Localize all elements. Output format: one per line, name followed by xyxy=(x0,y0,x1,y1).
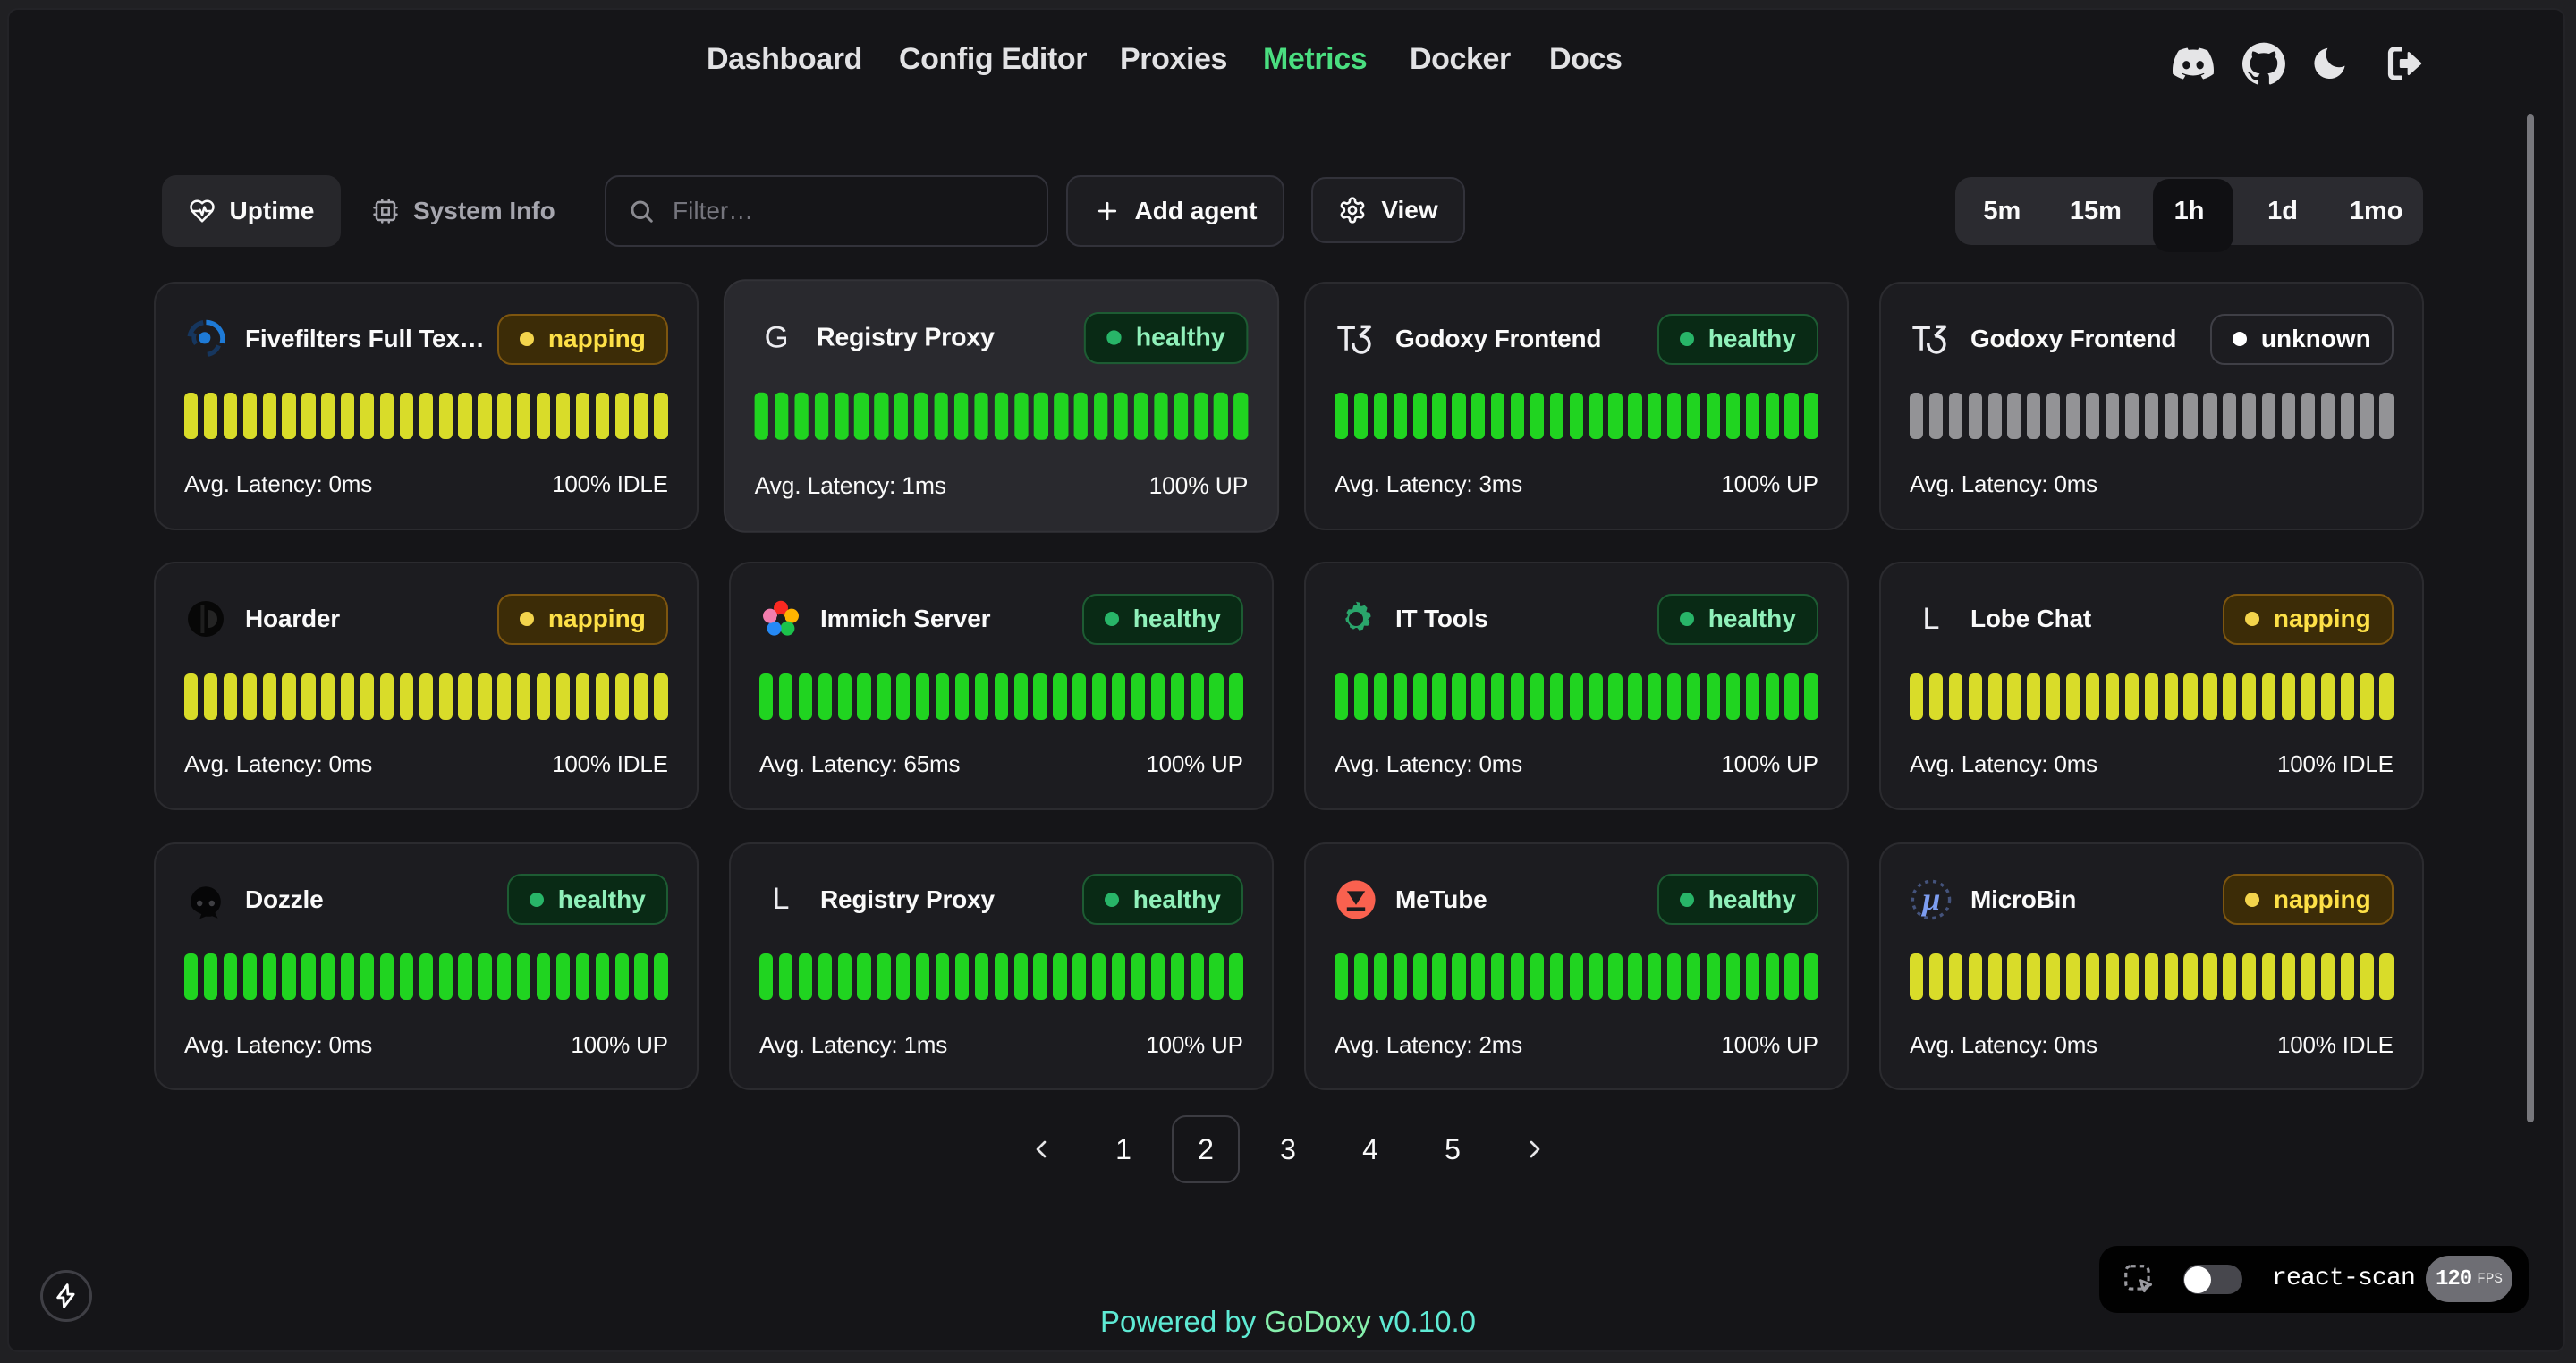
svg-text:μ: μ xyxy=(1920,881,1940,917)
